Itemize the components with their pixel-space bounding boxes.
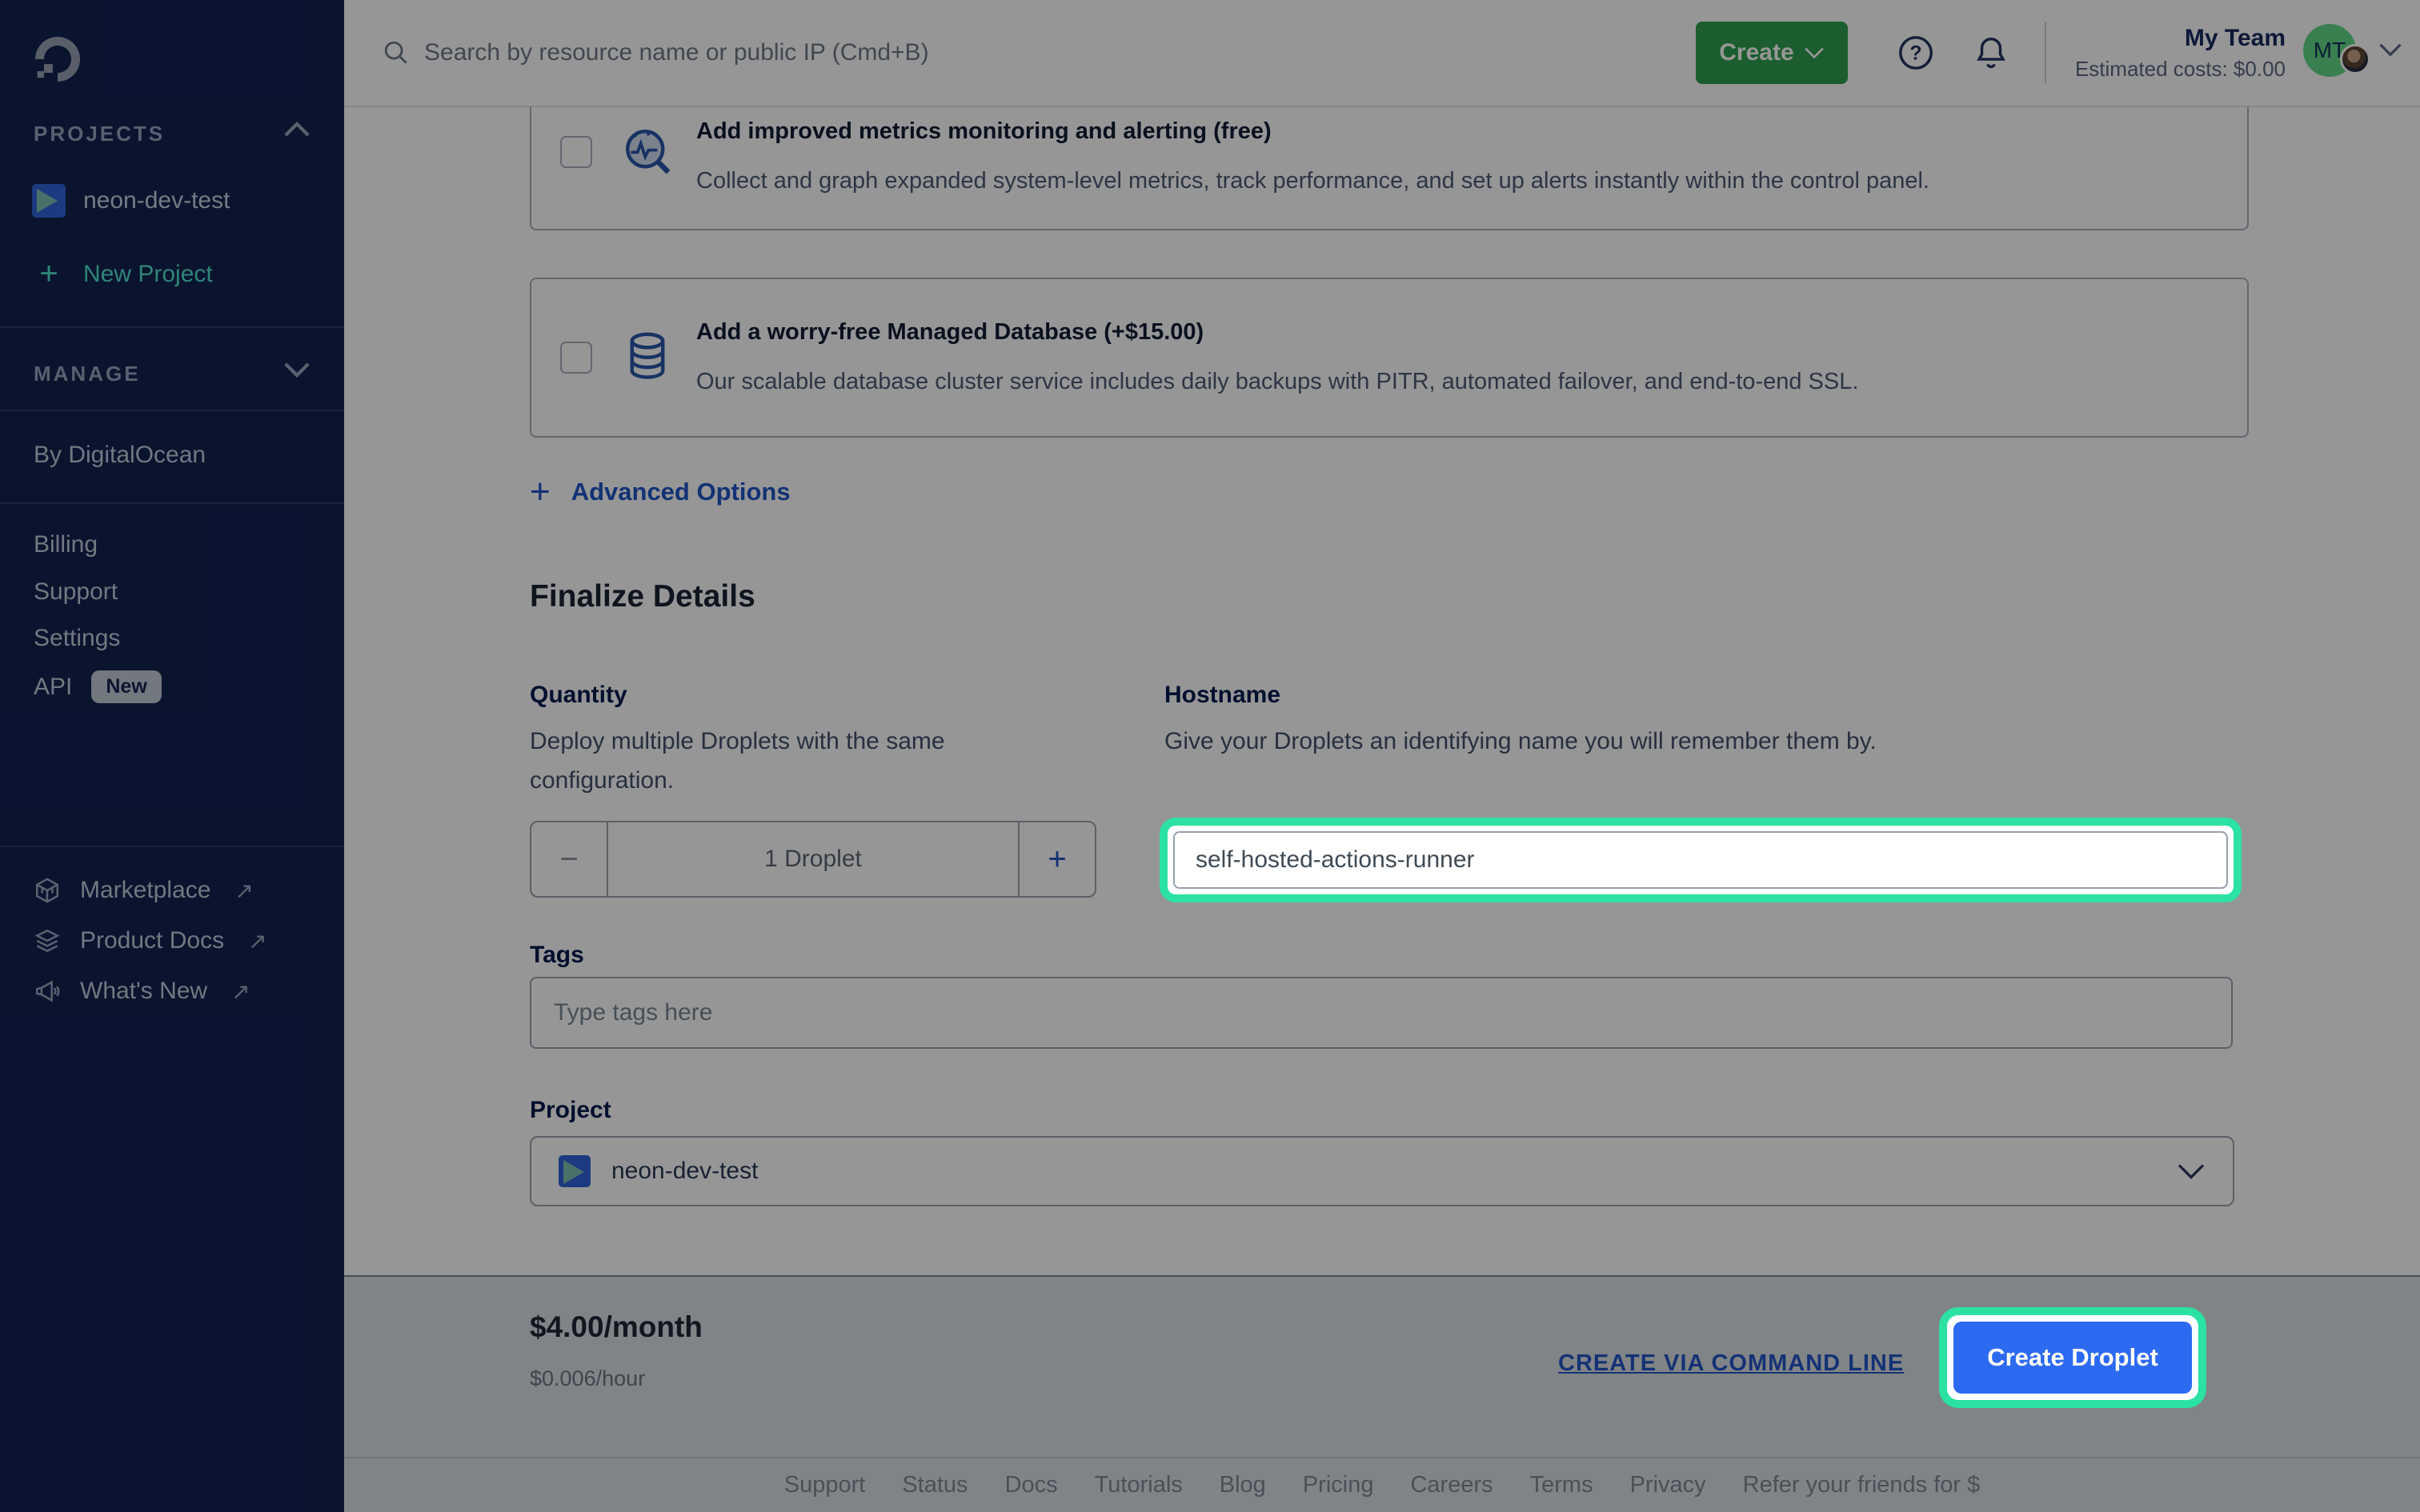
quantity-desc: Deploy multiple Droplets with the same c… xyxy=(530,722,1026,800)
sidebar-item-whats-new[interactable]: What's New ↗ xyxy=(34,978,250,1005)
project-selected-value: neon-dev-test xyxy=(611,1158,2156,1185)
sidebar-item-by-digitalocean[interactable]: By DigitalOcean xyxy=(34,442,206,469)
hostname-desc: Give your Droplets an identifying name y… xyxy=(1164,722,1877,761)
external-link-icon: ↗ xyxy=(231,978,250,1005)
chevron-down-icon[interactable] xyxy=(283,362,311,378)
footer-link-privacy[interactable]: Privacy xyxy=(1630,1472,1706,1498)
footer-link-status[interactable]: Status xyxy=(902,1472,968,1498)
external-link-icon: ↗ xyxy=(234,878,253,904)
search-placeholder: Search by resource name or public IP (Cm… xyxy=(424,39,929,66)
footer-link-terms[interactable]: Terms xyxy=(1530,1472,1593,1498)
search-icon xyxy=(383,39,410,66)
estimated-costs: Estimated costs: $0.00 xyxy=(2075,57,2286,82)
chevron-down-icon xyxy=(2177,1162,2206,1180)
sidebar: PROJECTS neon-dev-test + New Project MAN… xyxy=(0,0,344,1512)
sidebar-item-api[interactable]: API New xyxy=(34,670,162,703)
top-bar: Search by resource name or public IP (Cm… xyxy=(344,0,2420,107)
megaphone-icon xyxy=(34,978,61,1005)
footer-link-referral[interactable]: Refer your friends for $ xyxy=(1743,1472,1981,1498)
tags-label: Tags xyxy=(530,942,584,969)
chevron-down-icon xyxy=(1804,46,1825,59)
projects-section-label: PROJECTS xyxy=(34,122,165,146)
chevron-down-icon xyxy=(2378,42,2402,57)
metrics-monitoring-icon xyxy=(621,125,674,178)
addon-desc: Our scalable database cluster service in… xyxy=(696,369,1858,395)
cube-icon xyxy=(34,877,61,904)
header-divider xyxy=(2045,22,2046,83)
digitalocean-logo xyxy=(32,34,83,85)
footer-link-docs[interactable]: Docs xyxy=(1005,1472,1058,1498)
footer-link-tutorials[interactable]: Tutorials xyxy=(1095,1472,1183,1498)
finalize-details-heading: Finalize Details xyxy=(530,579,755,614)
chevron-up-icon[interactable] xyxy=(283,122,311,138)
tags-input[interactable]: Type tags here xyxy=(530,977,2233,1049)
footer-divider xyxy=(344,1457,2420,1458)
price-per-month: $4.00/month xyxy=(530,1310,703,1344)
monitoring-checkbox[interactable] xyxy=(560,136,592,168)
global-search-input[interactable]: Search by resource name or public IP (Cm… xyxy=(383,39,1696,66)
sidebar-item-project[interactable]: neon-dev-test xyxy=(32,184,230,218)
plus-icon: + xyxy=(530,478,551,506)
new-project-button[interactable]: + New Project xyxy=(32,256,213,292)
project-icon xyxy=(559,1155,591,1187)
quantity-label: Quantity xyxy=(530,682,627,709)
project-icon xyxy=(32,184,66,218)
sidebar-divider xyxy=(0,326,344,328)
addon-desc: Collect and graph expanded system-level … xyxy=(696,168,1929,194)
footer-link-pricing[interactable]: Pricing xyxy=(1303,1472,1374,1498)
account-menu[interactable]: MT xyxy=(2303,25,2391,81)
database-icon xyxy=(621,329,674,382)
sidebar-item-product-docs[interactable]: Product Docs ↗ xyxy=(34,927,267,954)
sidebar-divider xyxy=(0,846,344,847)
project-name: neon-dev-test xyxy=(83,187,230,214)
help-icon[interactable]: ? xyxy=(1897,34,1934,71)
price-per-hour: $0.006/hour xyxy=(530,1366,645,1391)
quantity-stepper: − 1 Droplet + xyxy=(530,821,1096,898)
addon-title: Add improved metrics monitoring and aler… xyxy=(696,118,1272,145)
hostname-label: Hostname xyxy=(1164,682,1280,709)
create-menu-button[interactable]: Create xyxy=(1696,22,1848,84)
hostname-input[interactable]: self-hosted-actions-runner xyxy=(1173,831,2228,889)
create-via-command-line-link[interactable]: CREATE VIA COMMAND LINE xyxy=(1558,1350,1904,1377)
project-label: Project xyxy=(530,1097,611,1124)
database-checkbox[interactable] xyxy=(560,342,592,374)
team-block[interactable]: My Team Estimated costs: $0.00 xyxy=(2075,25,2286,82)
footer-link-blog[interactable]: Blog xyxy=(1220,1472,1266,1498)
layers-icon xyxy=(34,927,61,954)
quantity-decrease-button[interactable]: − xyxy=(531,822,608,896)
team-name: My Team xyxy=(2075,25,2286,52)
new-badge: New xyxy=(91,670,161,703)
footer-links: Support Status Docs Tutorials Blog Prici… xyxy=(344,1472,2420,1498)
sidebar-item-marketplace[interactable]: Marketplace ↗ xyxy=(34,877,254,904)
sidebar-item-billing[interactable]: Billing xyxy=(34,531,98,558)
sidebar-item-settings[interactable]: Settings xyxy=(34,625,120,652)
advanced-options-toggle[interactable]: + Advanced Options xyxy=(530,478,791,506)
quantity-value: 1 Droplet xyxy=(608,822,1018,896)
project-select[interactable]: neon-dev-test xyxy=(530,1136,2234,1206)
quantity-increase-button[interactable]: + xyxy=(1018,822,1095,896)
hostname-highlight-ring: self-hosted-actions-runner xyxy=(1168,826,2234,894)
manage-section-label: MANAGE xyxy=(34,362,141,386)
sidebar-item-support[interactable]: Support xyxy=(34,578,118,606)
addon-card-database: Add a worry-free Managed Database (+$15.… xyxy=(530,278,2249,438)
external-link-icon: ↗ xyxy=(248,928,266,954)
create-droplet-highlight-ring: Create Droplet xyxy=(1947,1315,2198,1400)
footer-link-careers[interactable]: Careers xyxy=(1410,1472,1492,1498)
footer-link-support[interactable]: Support xyxy=(784,1472,866,1498)
user-avatar xyxy=(2340,44,2370,74)
svg-text:?: ? xyxy=(1909,42,1921,65)
addon-title: Add a worry-free Managed Database (+$15.… xyxy=(696,319,1204,346)
plus-icon: + xyxy=(32,256,66,292)
create-droplet-button[interactable]: Create Droplet xyxy=(1953,1322,2192,1394)
sidebar-divider xyxy=(0,502,344,504)
sidebar-divider xyxy=(0,410,344,411)
notifications-bell-icon[interactable] xyxy=(1973,34,2009,71)
